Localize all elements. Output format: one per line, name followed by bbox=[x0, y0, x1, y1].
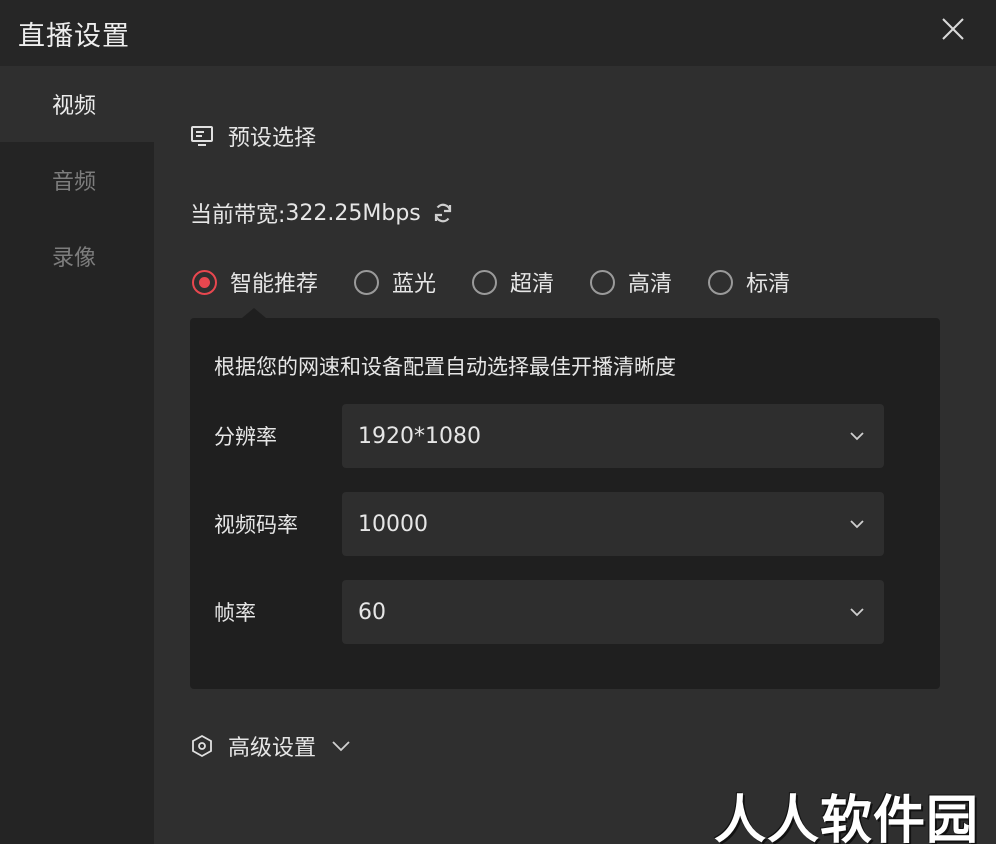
radio-hd[interactable]: 高清 bbox=[590, 266, 672, 298]
radio-smart-recommend[interactable]: 智能推荐 bbox=[192, 266, 318, 298]
refresh-icon[interactable] bbox=[431, 201, 455, 225]
radio-label: 高清 bbox=[628, 272, 673, 297]
live-settings-window: 直播设置 视频 音频 录像 预设选择 当前带宽: 322.25Mbps 智能推荐… bbox=[0, 0, 996, 844]
radio-dot bbox=[590, 269, 616, 295]
resolution-select[interactable]: 1920*1080 bbox=[342, 404, 884, 468]
resolution-row: 分辨率 1920*1080 bbox=[214, 404, 884, 468]
framerate-value: 60 bbox=[358, 599, 386, 625]
framerate-row: 帧率 60 bbox=[214, 580, 884, 644]
radio-dot bbox=[472, 269, 498, 295]
framerate-label: 帧率 bbox=[214, 601, 256, 625]
watermark-text: 人人软件园 bbox=[714, 791, 980, 844]
radio-sd[interactable]: 标清 bbox=[708, 266, 790, 298]
radio-label: 智能推荐 bbox=[230, 272, 319, 297]
sidebar-item-audio[interactable]: 音频 bbox=[0, 142, 154, 218]
radio-label: 超清 bbox=[510, 272, 555, 297]
sidebar: 视频 音频 录像 bbox=[0, 66, 154, 844]
bandwidth-value: 322.25Mbps bbox=[285, 200, 421, 226]
preset-section-header: 预设选择 bbox=[190, 120, 316, 152]
close-icon bbox=[942, 18, 964, 40]
bitrate-label: 视频码率 bbox=[214, 513, 298, 537]
sidebar-item-label: 视频 bbox=[51, 94, 96, 119]
monitor-icon bbox=[191, 126, 213, 146]
bitrate-select[interactable]: 10000 bbox=[342, 492, 884, 556]
framerate-select[interactable]: 60 bbox=[342, 580, 884, 644]
sidebar-item-label: 音频 bbox=[51, 170, 96, 195]
window-title: 直播设置 bbox=[18, 21, 130, 52]
chevron-down-icon bbox=[332, 741, 350, 752]
advanced-settings-label: 高级设置 bbox=[228, 736, 317, 761]
smart-recommend-panel: 根据您的网速和设备配置自动选择最佳开播清晰度 分辨率 1920*1080 视频码… bbox=[190, 308, 940, 689]
bitrate-row: 视频码率 10000 bbox=[214, 492, 884, 556]
radio-ultra-hd[interactable]: 超清 bbox=[472, 266, 554, 298]
advanced-settings-toggle[interactable]: 高级设置 bbox=[190, 730, 352, 762]
panel-description: 根据您的网速和设备配置自动选择最佳开播清晰度 bbox=[214, 355, 676, 379]
bandwidth-label: 当前带宽: bbox=[190, 203, 286, 228]
sidebar-item-recording[interactable]: 录像 bbox=[0, 218, 154, 294]
sidebar-item-label: 录像 bbox=[51, 246, 96, 271]
quality-radio-group: 智能推荐 蓝光 超清 高清 标清 bbox=[192, 266, 826, 298]
bitrate-value: 10000 bbox=[358, 511, 428, 537]
resolution-label: 分辨率 bbox=[214, 425, 277, 449]
radio-label: 蓝光 bbox=[392, 272, 437, 297]
radio-dot bbox=[192, 269, 217, 295]
main-content: 预设选择 当前带宽: 322.25Mbps 智能推荐 蓝光 超清 高清 标清 根… bbox=[154, 66, 996, 844]
chevron-down-icon bbox=[850, 520, 864, 529]
bandwidth-readout: 当前带宽: 322.25Mbps bbox=[190, 197, 455, 229]
chevron-down-icon bbox=[850, 608, 864, 617]
panel-pointer bbox=[242, 308, 266, 318]
radio-label: 标清 bbox=[746, 272, 791, 297]
hexagon-settings-icon bbox=[192, 734, 212, 758]
chevron-down-icon bbox=[850, 432, 864, 441]
close-button[interactable] bbox=[938, 14, 968, 44]
radio-dot bbox=[354, 269, 380, 295]
radio-bluray[interactable]: 蓝光 bbox=[354, 266, 436, 298]
title-bar: 直播设置 bbox=[0, 0, 996, 66]
preset-section-title: 预设选择 bbox=[228, 126, 317, 151]
radio-dot bbox=[708, 269, 734, 295]
resolution-value: 1920*1080 bbox=[358, 423, 481, 449]
sidebar-item-video[interactable]: 视频 bbox=[0, 66, 154, 142]
